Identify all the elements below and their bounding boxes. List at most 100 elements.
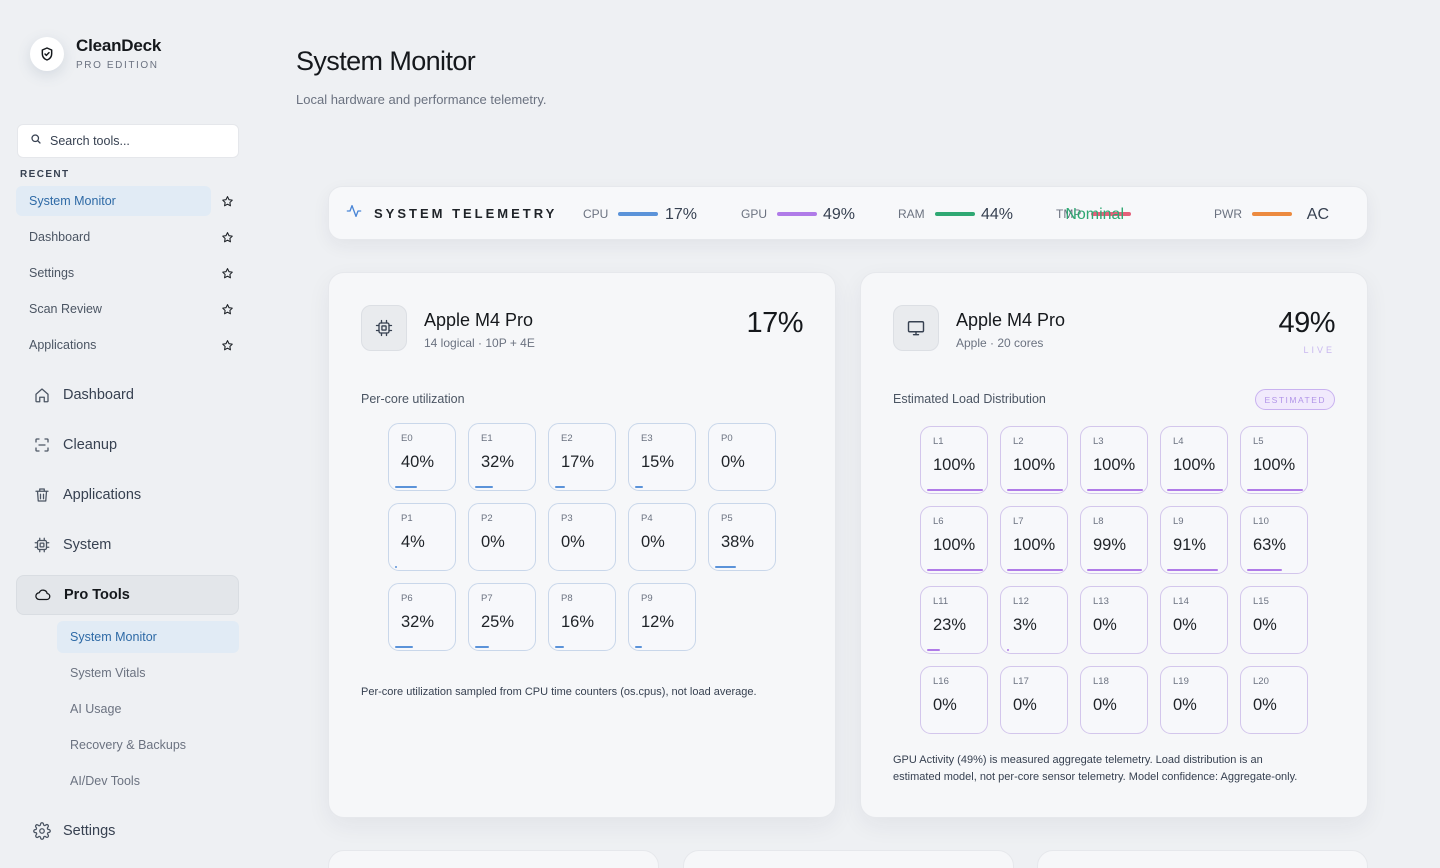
core-name: L1 xyxy=(933,436,944,447)
core-value: 0% xyxy=(1253,616,1277,634)
core-tile: L10 63% xyxy=(1240,506,1308,574)
core-name: L10 xyxy=(1253,516,1269,527)
search-input[interactable] xyxy=(50,134,230,148)
chip-icon xyxy=(32,535,52,555)
core-tile: L1 100% xyxy=(920,426,988,494)
core-usage-bar xyxy=(1167,489,1223,491)
nav-item-label: Settings xyxy=(63,823,116,839)
core-tile: L4 100% xyxy=(1160,426,1228,494)
core-usage-bar xyxy=(555,486,565,488)
core-value: 100% xyxy=(1013,456,1056,474)
core-tile: L14 0% xyxy=(1160,586,1228,654)
nav-item[interactable]: Dashboard xyxy=(16,375,239,415)
nav-item-label: System xyxy=(63,537,112,553)
core-value: 100% xyxy=(933,536,976,554)
core-tile: L8 99% xyxy=(1080,506,1148,574)
recent-item[interactable]: Applications xyxy=(16,330,211,360)
core-tile: L7 100% xyxy=(1000,506,1068,574)
recent-item-label: Settings xyxy=(29,266,75,280)
bottom-card xyxy=(683,850,1014,868)
core-tile: L20 0% xyxy=(1240,666,1308,734)
core-name: L12 xyxy=(1013,596,1029,607)
core-value: 4% xyxy=(401,533,425,551)
core-value: 99% xyxy=(1093,536,1127,554)
core-name: L19 xyxy=(1173,676,1189,687)
live-label: LIVE xyxy=(1303,345,1335,355)
core-usage-bar xyxy=(1167,569,1218,571)
cpu-section-title: Per-core utilization xyxy=(361,392,465,406)
core-name: P6 xyxy=(401,593,413,604)
recent-item-label: Scan Review xyxy=(29,302,102,316)
star-icon[interactable] xyxy=(219,301,235,317)
recent-item[interactable]: System Monitor xyxy=(16,186,211,216)
star-icon[interactable] xyxy=(219,265,235,281)
sub-nav-item[interactable]: System Vitals xyxy=(57,657,239,689)
core-value: 0% xyxy=(1173,696,1197,714)
core-tile: P9 12% xyxy=(628,583,696,651)
core-value: 100% xyxy=(1093,456,1136,474)
core-name: L5 xyxy=(1253,436,1264,447)
search-icon xyxy=(30,132,42,150)
sub-nav-item[interactable]: AI Usage xyxy=(57,693,239,725)
core-name: E0 xyxy=(401,433,413,444)
core-value: 12% xyxy=(641,613,675,631)
core-name: P1 xyxy=(401,513,413,524)
brand[interactable]: CleanDeck PRO EDITION xyxy=(30,36,161,71)
cpu-chip-icon xyxy=(361,305,407,351)
telemetry-value: 49% xyxy=(822,206,855,223)
core-tile: P2 0% xyxy=(468,503,536,571)
telemetry-label: PWR xyxy=(1214,207,1242,221)
core-value: 17% xyxy=(561,453,595,471)
core-name: L2 xyxy=(1013,436,1024,447)
recent-heading: RECENT xyxy=(20,169,70,180)
cpu-card-title: Apple M4 Pro xyxy=(424,310,534,330)
shield-icon xyxy=(30,36,64,71)
telemetry-value: Nominal xyxy=(1065,206,1124,223)
core-value: 25% xyxy=(481,613,515,631)
recent-item[interactable]: Settings xyxy=(16,258,211,288)
core-name: E1 xyxy=(481,433,493,444)
core-value: 40% xyxy=(401,453,435,471)
gpu-card-title: Apple M4 Pro xyxy=(956,310,1066,330)
core-name: P8 xyxy=(561,593,573,604)
core-name: L7 xyxy=(1013,516,1024,527)
bottom-card xyxy=(1037,850,1368,868)
nav-item[interactable]: System xyxy=(16,525,239,565)
nav-item[interactable]: Cleanup xyxy=(16,425,239,465)
cpu-usage-value: 17% xyxy=(746,307,803,339)
sub-nav-item[interactable]: Recovery & Backups xyxy=(57,729,239,761)
core-name: P5 xyxy=(721,513,733,524)
nav-item[interactable]: Pro Tools xyxy=(16,575,239,615)
nav-item-settings[interactable]: Settings xyxy=(16,811,239,851)
core-name: L16 xyxy=(933,676,949,687)
nav-item-label: Dashboard xyxy=(63,387,134,403)
cpu-card-subtitle: 14 logical · 10P + 4E xyxy=(424,336,535,350)
core-tile: L2 100% xyxy=(1000,426,1068,494)
core-name: P2 xyxy=(481,513,493,524)
sidebar: CleanDeck PRO EDITION RECENT System Moni… xyxy=(0,0,256,868)
core-tile: P3 0% xyxy=(548,503,616,571)
core-value: 0% xyxy=(933,696,957,714)
gpu-card: Apple M4 Pro Apple · 20 cores 49% LIVE E… xyxy=(860,272,1368,818)
star-icon[interactable] xyxy=(219,193,235,209)
core-tile: P1 4% xyxy=(388,503,456,571)
star-icon[interactable] xyxy=(219,337,235,353)
core-tile: L17 0% xyxy=(1000,666,1068,734)
core-usage-bar xyxy=(555,646,564,648)
core-name: L3 xyxy=(1093,436,1104,447)
cloud-icon xyxy=(33,585,53,605)
nav-item[interactable]: Applications xyxy=(16,475,239,515)
star-icon[interactable] xyxy=(219,229,235,245)
core-usage-bar xyxy=(1087,489,1143,491)
core-tile: P0 0% xyxy=(708,423,776,491)
recent-item[interactable]: Scan Review xyxy=(16,294,211,324)
core-value: 0% xyxy=(561,533,585,551)
core-value: 38% xyxy=(721,533,755,551)
telemetry-label: CPU xyxy=(583,207,609,221)
core-name: L4 xyxy=(1173,436,1184,447)
sub-nav-item[interactable]: AI/Dev Tools xyxy=(57,765,239,797)
sub-nav-item[interactable]: System Monitor xyxy=(57,621,239,653)
core-name: L17 xyxy=(1013,676,1029,687)
recent-item[interactable]: Dashboard xyxy=(16,222,211,252)
core-value: 23% xyxy=(933,616,967,634)
